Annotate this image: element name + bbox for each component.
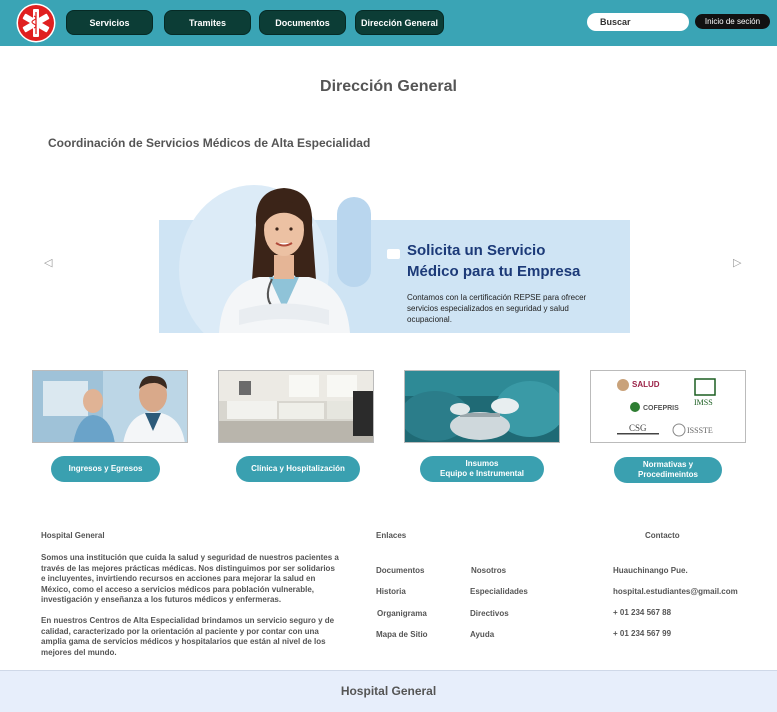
nav-documentos-button[interactable]: Documentos — [259, 10, 346, 35]
about-paragraph-1: Somos una institución que cuida la salud… — [41, 553, 339, 604]
cofepris-logo-text: COFEPRIS — [643, 405, 679, 412]
insumos-label-line2: Equipo e Instrumental — [439, 469, 524, 478]
contact-phone-2[interactable]: + 01 234 567 99 — [613, 629, 671, 638]
contact-title: Contacto — [645, 531, 680, 540]
doctor-photo — [219, 188, 350, 333]
normativas-label-line2: Procedimeintos — [637, 470, 698, 479]
card-image-ingresos[interactable] — [32, 370, 188, 443]
about-title: Hospital General — [41, 531, 105, 540]
footer-link-ayuda[interactable]: Ayuda — [470, 630, 494, 639]
page-subtitle: Coordinación de Servicios Médicos de Alt… — [48, 136, 371, 150]
insumos-button[interactable]: Insumos Equipo e Instrumental — [420, 456, 544, 482]
footer-title: Hospital General — [340, 684, 437, 698]
carousel-next-icon[interactable]: ▷ — [733, 256, 741, 269]
nav-servicios-button[interactable]: Servicios — [66, 10, 153, 35]
ingresos-egresos-button[interactable]: Ingresos y Egresos — [51, 456, 160, 482]
doctors-photo — [33, 371, 187, 442]
hospital-room-photo — [219, 371, 373, 442]
clinica-hospitalizacion-button[interactable]: Clínica y Hospitalización — [236, 456, 360, 482]
clinica-hospitalizacion-label: Clínica y Hospitalización — [251, 464, 345, 473]
csg-logo-text: CSG — [629, 423, 647, 433]
normativas-label-line1: Normativas y — [642, 460, 694, 469]
medical-star-logo-icon[interactable] — [15, 3, 57, 43]
nav-tramites-button[interactable]: Tramites — [164, 10, 251, 35]
banner-headline-line1: Solicita un Servicio — [407, 242, 546, 259]
contact-email[interactable]: hospital.estudiantes@gmail.com — [613, 587, 738, 596]
footer-link-organigrama[interactable]: Organigrama — [377, 609, 427, 618]
nav-direccion-general-button[interactable]: Dirección General — [355, 10, 444, 35]
card-image-insumos[interactable] — [404, 370, 560, 443]
carousel-prev-icon[interactable]: ◁ — [44, 256, 52, 269]
banner-headline-line2: Médico para tu Empresa — [407, 263, 581, 280]
footer-link-mapa-de-sitio[interactable]: Mapa de Sitio — [376, 630, 428, 639]
about-paragraph-2: En nuestros Centros de Alta Especialidad… — [41, 616, 335, 657]
normativas-button[interactable]: Normativas y Procedimeintos — [614, 457, 722, 483]
footer-link-historia[interactable]: Historia — [376, 587, 406, 596]
footer-link-nosotros[interactable]: Nosotros — [471, 566, 506, 575]
card-image-normativas[interactable]: SALUD COFEPRIS IMSS CSG ISSSTE — [590, 370, 746, 443]
image-icon — [387, 249, 400, 259]
salud-logo-text: SALUD — [632, 380, 660, 389]
page-title: Dirección General — [320, 78, 457, 95]
card-image-clinica[interactable] — [218, 370, 374, 443]
promo-banner[interactable]: Solicita un Servicio Médico para tu Empr… — [159, 185, 630, 333]
banner-body-text: Contamos con la certificación REPSE para… — [407, 293, 587, 324]
links-title: Enlaces — [376, 531, 407, 540]
login-button[interactable]: Inicio de seción — [695, 14, 770, 29]
top-navbar: Servicios Tramites Documentos Dirección … — [0, 0, 777, 46]
banner-headline: Solicita un Servicio Médico para tu Empr… — [407, 240, 580, 282]
contact-phone-1[interactable]: + 01 234 567 88 — [613, 608, 671, 617]
contact-address: Huauchinango Pue. — [613, 566, 688, 575]
institution-logos: SALUD COFEPRIS IMSS CSG ISSSTE — [591, 371, 745, 442]
imss-logo-text: IMSS — [694, 398, 713, 407]
ingresos-egresos-label: Ingresos y Egresos — [68, 464, 143, 473]
issste-logo-text: ISSSTE — [687, 426, 713, 435]
footer-link-directivos[interactable]: Directivos — [470, 609, 509, 618]
insumos-label-line1: Insumos — [465, 459, 499, 468]
search-input[interactable] — [587, 13, 689, 31]
surgery-photo — [405, 371, 559, 442]
footer-link-documentos[interactable]: Documentos — [376, 566, 424, 575]
footer-link-especialidades[interactable]: Especialidades — [470, 587, 528, 596]
